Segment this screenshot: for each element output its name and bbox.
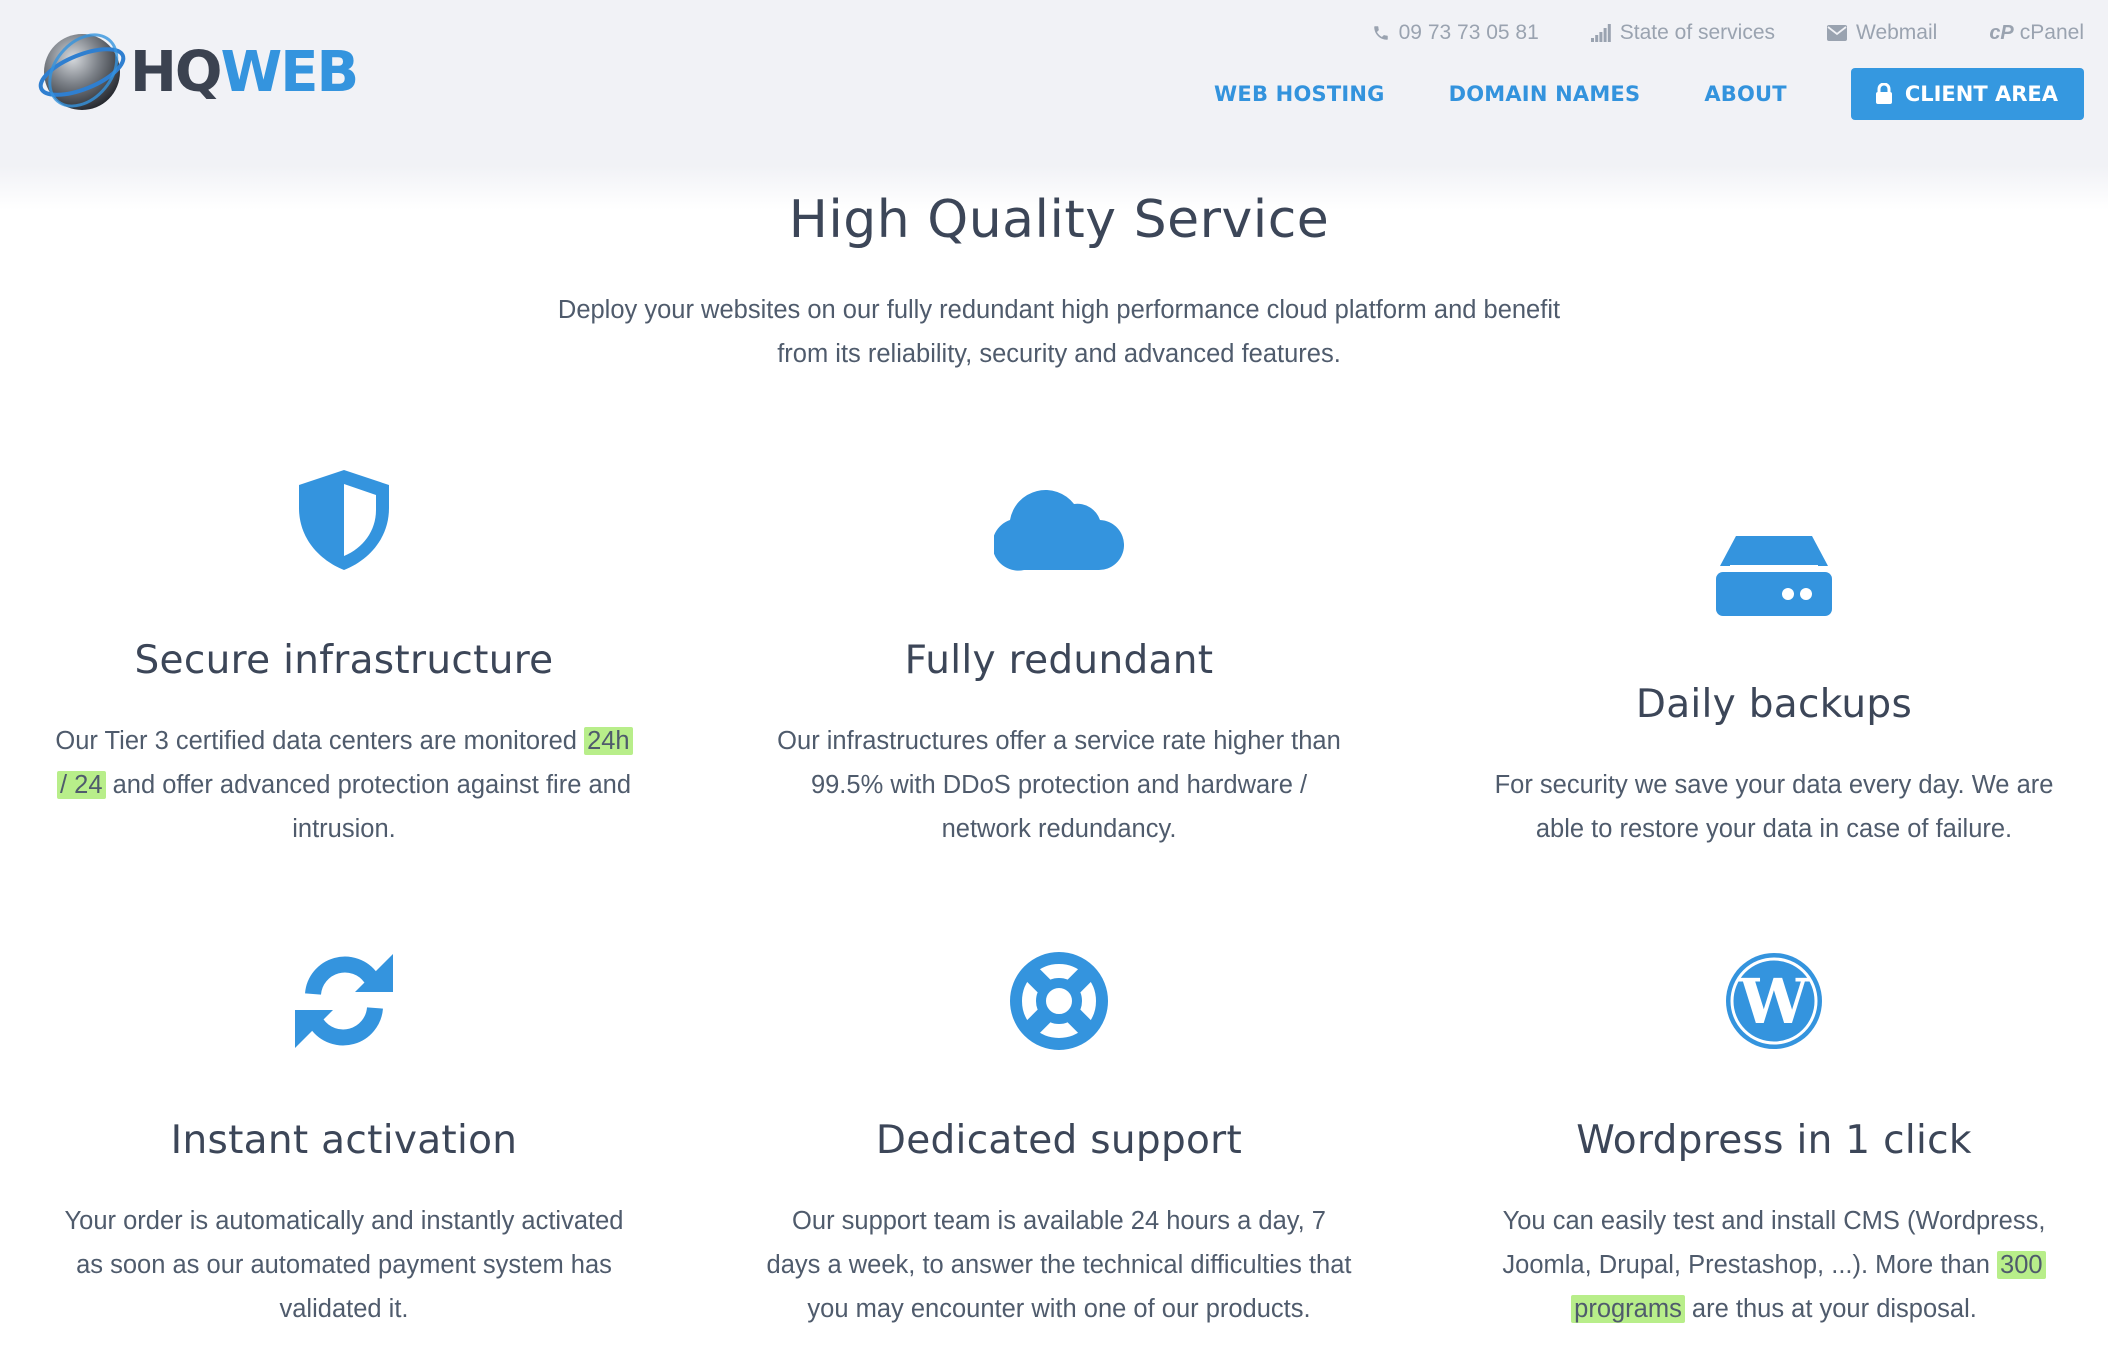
- feature-instant-activation: Instant activation Your order is automat…: [24, 948, 664, 1331]
- utility-bar: 09 73 73 05 81 State of services Webmail…: [1320, 18, 2084, 48]
- subtitle-line: from its reliability, security and advan…: [777, 340, 1341, 368]
- status-link[interactable]: State of services: [1590, 21, 1775, 45]
- envelope-icon: [1827, 25, 1847, 41]
- shield-icon: [299, 470, 389, 570]
- hard-drive-icon: [1716, 536, 1832, 616]
- main-nav: WEB HOSTING DOMAIN NAMES ABOUT CLIENT AR…: [1150, 68, 2084, 120]
- feature-text: For security we save your data every day…: [1494, 771, 2054, 843]
- nav-domain-names[interactable]: DOMAIN NAMES: [1449, 82, 1641, 106]
- cpanel-icon: cP: [1989, 21, 2014, 44]
- logo[interactable]: HQWEB: [36, 24, 359, 120]
- cpanel-label: cPanel: [2019, 21, 2084, 44]
- logo-text-hq: HQ: [130, 39, 222, 105]
- wordpress-icon: W: [1726, 953, 1822, 1049]
- phone-link[interactable]: 09 73 73 05 81: [1372, 21, 1539, 45]
- feature-title: Wordpress in 1 click: [1576, 1118, 1972, 1163]
- feature-secure-infrastructure: Secure infrastructure Our Tier 3 certifi…: [24, 468, 664, 851]
- page-subtitle: Deploy your websites on our fully redund…: [504, 288, 1614, 376]
- cloud-icon: [994, 490, 1124, 571]
- feature-title: Instant activation: [170, 1118, 518, 1163]
- globe-logo-icon: [38, 33, 126, 110]
- signal-icon: [1590, 24, 1611, 42]
- highlight: programs: [1571, 1295, 1685, 1323]
- client-area-button[interactable]: CLIENT AREA: [1850, 68, 2084, 120]
- feature-title: Daily backups: [1635, 682, 1913, 727]
- feature-text: Our support team is available 24 hours a…: [766, 1207, 1352, 1323]
- page-title: High Quality Service: [788, 190, 1330, 250]
- phone-icon: [1373, 26, 1388, 40]
- nav-web-hosting[interactable]: WEB HOSTING: [1214, 82, 1385, 106]
- life-ring-icon: [1010, 952, 1108, 1050]
- webmail-link[interactable]: Webmail: [1827, 21, 1937, 45]
- client-area-label: CLIENT AREA: [1904, 82, 2058, 106]
- phone-number: 09 73 73 05 81: [1398, 21, 1539, 44]
- logo-text-web: WEB: [220, 39, 359, 105]
- highlight: 24h: [584, 727, 633, 755]
- feature-text: Our Tier 3 certified data centers are mo…: [55, 727, 633, 843]
- feature-wordpress: W Wordpress in 1 click You can easily te…: [1454, 948, 2094, 1331]
- nav-about[interactable]: ABOUT: [1704, 82, 1787, 106]
- refresh-icon: [295, 954, 393, 1048]
- status-label: State of services: [1619, 21, 1775, 44]
- lock-icon: [1875, 83, 1892, 104]
- feature-fully-redundant: Fully redundant Our infrastructures offe…: [739, 468, 1379, 851]
- feature-daily-backups: Daily backups For security we save your …: [1454, 512, 2094, 851]
- feature-title: Secure infrastructure: [134, 638, 554, 683]
- feature-text: Your order is automatically and instantl…: [64, 1207, 624, 1323]
- feature-title: Fully redundant: [904, 638, 1214, 683]
- feature-text: You can easily test and install CMS (Wor…: [1502, 1207, 2046, 1323]
- highlight: / 24: [56, 771, 106, 799]
- webmail-label: Webmail: [1856, 21, 1938, 44]
- site-header: HQWEB 09 73 73 05 81 State of services W…: [0, 0, 2108, 166]
- feature-title: Dedicated support: [875, 1118, 1243, 1163]
- svg-text:W: W: [1738, 965, 1810, 1038]
- subtitle-line: Deploy your websites on our fully redund…: [557, 296, 1561, 324]
- cpanel-link[interactable]: cP cPanel: [1989, 21, 2084, 45]
- feature-dedicated-support: Dedicated support Our support team is av…: [739, 948, 1379, 1331]
- highlight: 300: [1997, 1251, 2046, 1279]
- feature-text: Our infrastructures offer a service rate…: [777, 727, 1341, 843]
